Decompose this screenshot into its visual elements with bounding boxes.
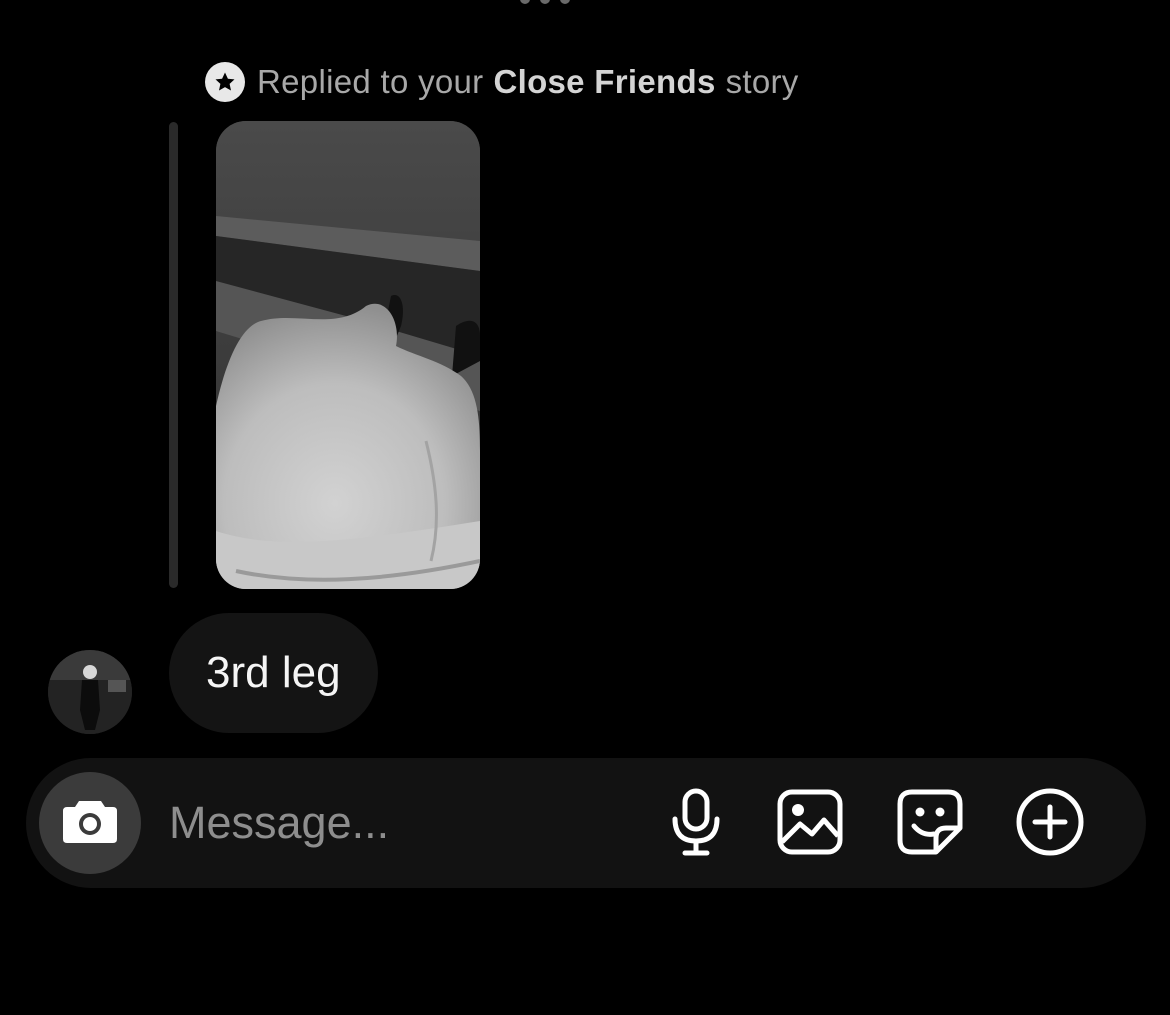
story-thumbnail[interactable] [216, 121, 480, 589]
message-input[interactable] [169, 793, 629, 853]
plus-circle-icon [1015, 787, 1085, 862]
top-indicator [520, 0, 570, 4]
camera-button[interactable] [39, 772, 141, 874]
microphone-button[interactable] [660, 788, 732, 860]
message-composer [26, 758, 1146, 888]
message-text: 3rd leg [206, 648, 341, 697]
indicator-dot [560, 0, 570, 4]
gallery-button[interactable] [774, 788, 846, 860]
star-icon [205, 62, 245, 102]
camera-icon [61, 797, 119, 850]
close-friends-label: Close Friends [493, 63, 716, 100]
sticker-icon [896, 788, 964, 861]
sender-avatar[interactable] [48, 650, 132, 734]
indicator-dot [520, 0, 530, 4]
sticker-button[interactable] [894, 788, 966, 860]
gallery-icon [776, 788, 844, 861]
message-bubble[interactable]: 3rd leg [169, 613, 378, 733]
reply-header-suffix: story [725, 63, 799, 100]
reply-header-prefix: Replied to your [257, 63, 484, 100]
microphone-icon [668, 787, 724, 862]
story-reply-header: Replied to your Close Friends story [205, 60, 799, 104]
reply-quote-bar [169, 122, 178, 588]
more-button[interactable] [1014, 788, 1086, 860]
indicator-dot [540, 0, 550, 4]
